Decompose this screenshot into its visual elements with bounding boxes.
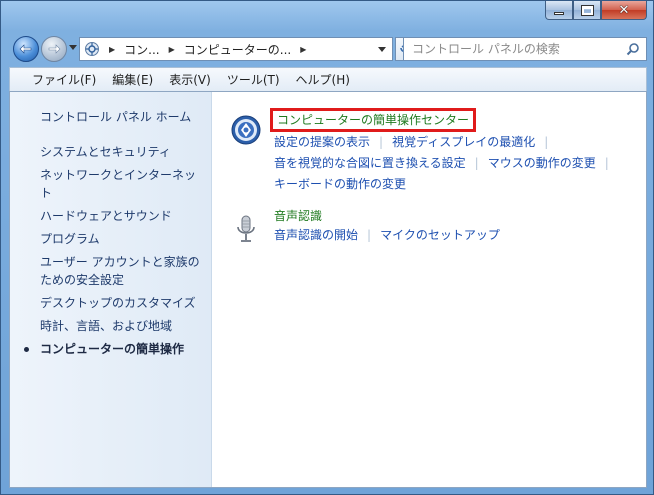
sidebar-item-system-security[interactable]: システムとセキュリティ xyxy=(40,143,206,161)
sidebar-item-hardware-sound[interactable]: ハードウェアとサウンド xyxy=(40,207,206,225)
search-box xyxy=(403,37,647,61)
minimize-button[interactable] xyxy=(545,1,573,20)
link-divider: | xyxy=(474,156,479,170)
breadcrumb-separator-icon[interactable]: ▶ xyxy=(169,45,175,54)
breadcrumb-separator-icon[interactable]: ▶ xyxy=(109,45,115,54)
link-row: 音声認識の開始 | マイクのセットアップ xyxy=(274,225,646,246)
sidebar-item-network-internet[interactable]: ネットワークとインターネット xyxy=(40,166,206,202)
navigation-bar: ▶ コン... ▶ コンピューターの... ▶ xyxy=(9,33,647,65)
ease-of-access-center-link[interactable]: コンピューターの簡単操作センター xyxy=(270,108,477,132)
visual-cues-link[interactable]: 音を視覚的な合図に置き換える設定 xyxy=(274,156,466,170)
menu-edit[interactable]: 編集(E) xyxy=(104,71,161,88)
sidebar-item-ease-of-access: コンピューターの簡単操作 xyxy=(24,340,206,358)
client-area: コントロール パネル ホーム システムとセキュリティ ネットワークとインターネッ… xyxy=(9,91,647,488)
menu-file[interactable]: ファイル(F) xyxy=(24,71,104,88)
forward-button[interactable] xyxy=(41,36,67,62)
search-icon[interactable] xyxy=(626,42,640,56)
section-speech-recognition: 音声認識 音声認識の開始 | マイクのセットアップ xyxy=(230,207,646,246)
link-row: キーボードの動作の変更 xyxy=(274,174,646,195)
setup-microphone-link[interactable]: マイクのセットアップ xyxy=(380,228,500,242)
breadcrumb-ease-of-access[interactable]: コンピューターの... xyxy=(184,41,291,58)
link-divider: | xyxy=(604,156,609,170)
breadcrumb-control-panel[interactable]: コン... xyxy=(124,41,159,58)
breadcrumb-separator-icon[interactable]: ▶ xyxy=(300,45,306,54)
explorer-window: ✕ ▶ コン... ▶ コンピューターの... ▶ コントロール パネルの検索 … xyxy=(0,0,654,495)
back-button[interactable] xyxy=(13,36,39,62)
microphone-icon xyxy=(237,215,255,242)
sidebar-item-user-accounts[interactable]: ユーザー アカウントと家族のための安全設定 xyxy=(40,253,206,289)
menu-view[interactable]: 表示(V) xyxy=(161,71,219,88)
start-speech-recognition-link[interactable]: 音声認識の開始 xyxy=(274,228,358,242)
control-panel-icon xyxy=(85,42,99,56)
arrow-left-icon xyxy=(19,44,32,54)
menu-help[interactable]: ヘルプ(H) xyxy=(288,71,358,88)
menu-bar: ファイル(F) 編集(E) 表示(V) ツール(T) ヘルプ(H) xyxy=(9,67,647,91)
sidebar: コントロール パネル ホーム システムとセキュリティ ネットワークとインターネッ… xyxy=(10,92,212,487)
search-input[interactable] xyxy=(404,39,626,59)
link-divider: | xyxy=(379,135,384,149)
sidebar-item-programs[interactable]: プログラム xyxy=(40,230,206,248)
main-content: コンピューターの簡単操作センター 設定の提案の表示 | 視覚ディスプレイの最適化 | … xyxy=(212,92,646,487)
keyboard-settings-link[interactable]: キーボードの動作の変更 xyxy=(274,177,406,191)
ease-of-access-icon xyxy=(231,115,261,145)
minimize-icon xyxy=(554,11,564,15)
optimize-display-link[interactable]: 視覚ディスプレイの最適化 xyxy=(392,135,535,149)
link-row: 設定の提案の表示 | 視覚ディスプレイの最適化 | xyxy=(274,132,646,153)
close-button[interactable]: ✕ xyxy=(601,1,647,20)
sidebar-item-clock-region[interactable]: 時計、言語、および地域 xyxy=(40,317,206,335)
recent-pages-dropdown[interactable] xyxy=(69,45,77,50)
arrow-right-icon xyxy=(48,44,61,54)
link-divider: | xyxy=(367,228,372,242)
menu-tools[interactable]: ツール(T) xyxy=(219,71,288,88)
close-icon: ✕ xyxy=(618,2,630,18)
maximize-button[interactable] xyxy=(573,1,601,20)
suggested-settings-link[interactable]: 設定の提案の表示 xyxy=(274,135,370,149)
mouse-settings-link[interactable]: マウスの動作の変更 xyxy=(488,156,596,170)
section-ease-of-access: コンピューターの簡単操作センター 設定の提案の表示 | 視覚ディスプレイの最適化 | … xyxy=(230,108,646,195)
maximize-icon xyxy=(580,4,594,16)
sidebar-item-desktop[interactable]: デスクトップのカスタマイズ xyxy=(40,294,206,312)
speech-recognition-link[interactable]: 音声認識 xyxy=(274,207,322,225)
address-bar[interactable]: ▶ コン... ▶ コンピューターの... ▶ xyxy=(79,37,393,61)
caption-buttons: ✕ xyxy=(545,1,647,20)
sidebar-home-link[interactable]: コントロール パネル ホーム xyxy=(40,108,211,125)
link-divider: | xyxy=(544,135,549,149)
address-dropdown[interactable] xyxy=(378,47,386,52)
link-row: 音を視覚的な合図に置き換える設定 | マウスの動作の変更 | xyxy=(274,153,646,174)
